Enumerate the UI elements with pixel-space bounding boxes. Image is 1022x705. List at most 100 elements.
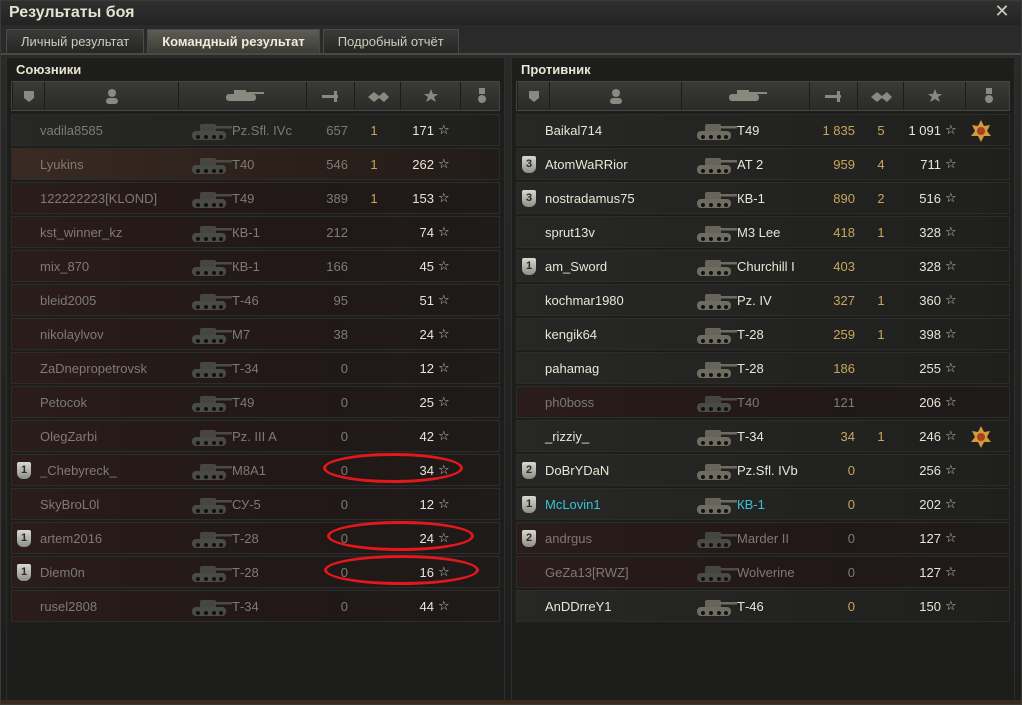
enemies-table-header xyxy=(516,81,1010,111)
table-row[interactable]: kengik64 Т-28 259 1 398 ☆ xyxy=(516,318,1010,350)
damage-value: 403 xyxy=(833,259,855,274)
tank-icon xyxy=(693,356,739,382)
table-row[interactable]: ph0boss T40 121 206 ☆ xyxy=(516,386,1010,418)
star-icon: ☆ xyxy=(945,598,957,613)
table-row[interactable]: sprut13v M3 Lee 418 1 328 ☆ xyxy=(516,216,1010,248)
xp-value: 246 xyxy=(919,429,941,444)
player-column-icon[interactable] xyxy=(44,82,178,110)
player-column-icon[interactable] xyxy=(549,82,681,110)
table-row[interactable]: Petocok T49 0 25 ☆ xyxy=(11,386,500,418)
table-row[interactable]: 3 nostradamus75 КВ-1 890 2 516 ☆ xyxy=(516,182,1010,214)
player-name: _rizziy_ xyxy=(545,429,590,444)
damage-value: 546 xyxy=(326,157,348,172)
table-row[interactable]: Baikal714 T49 1 835 5 1 091 ☆ xyxy=(516,114,1010,146)
star-icon: ☆ xyxy=(945,258,957,273)
player-name: _Chebyreck_ xyxy=(40,463,117,478)
table-row[interactable]: SkyBroL0l СУ-5 0 12 ☆ xyxy=(11,488,500,520)
medal-column-icon[interactable] xyxy=(460,82,503,110)
tank-name: Т-34 xyxy=(232,361,259,376)
kills-column-icon[interactable] xyxy=(354,82,400,110)
xp-value: 1 091 xyxy=(908,123,941,138)
tank-column-icon[interactable] xyxy=(178,82,306,110)
xp-value: 74 xyxy=(419,225,434,240)
table-row[interactable]: rusel2808 Т-34 0 44 ☆ xyxy=(11,590,500,622)
table-row[interactable]: pahamag Т-28 186 255 ☆ xyxy=(516,352,1010,384)
damage-column-icon[interactable] xyxy=(809,82,857,110)
star-icon: ☆ xyxy=(945,292,957,307)
battle-results-window: Результаты боя ✕ Личный результат Команд… xyxy=(0,0,1022,705)
kills-value: 5 xyxy=(877,123,885,138)
tank-icon xyxy=(693,152,739,178)
table-row[interactable]: 1 _Chebyreck_ M8A1 0 34 ☆ xyxy=(11,454,500,486)
bottom-strip xyxy=(1,700,1021,704)
table-row[interactable]: kst_winner_kz КВ-1 212 74 ☆ xyxy=(11,216,500,248)
table-row[interactable]: vadila8585 Pz.Sfl. IVc 657 1 171 ☆ xyxy=(11,114,500,146)
tank-icon xyxy=(188,458,234,484)
player-name: SkyBroL0l xyxy=(40,497,100,512)
squad-column-icon[interactable] xyxy=(12,82,44,110)
table-row[interactable]: 122222223[KLOND] T49 389 1 153 ☆ xyxy=(11,182,500,214)
tab-team-result[interactable]: Командный результат xyxy=(147,29,320,53)
damage-value: 959 xyxy=(833,157,855,172)
table-row[interactable]: OlegZarbi Pz. III A 0 42 ☆ xyxy=(11,420,500,452)
tank-name: КВ-1 xyxy=(737,497,765,512)
xp-value: 150 xyxy=(919,599,941,614)
squad-column-icon[interactable] xyxy=(517,82,549,110)
table-row[interactable]: _rizziy_ Т-34 34 1 246 ☆ xyxy=(516,420,1010,452)
allies-rows: vadila8585 Pz.Sfl. IVc 657 1 171 ☆ Lyukins T40 5… xyxy=(11,114,500,624)
xp-column-icon[interactable] xyxy=(400,82,460,110)
damage-column-icon[interactable] xyxy=(306,82,354,110)
star-icon: ☆ xyxy=(945,428,957,443)
tab-detailed-report[interactable]: Подробный отчёт xyxy=(322,29,459,53)
table-row[interactable]: GeZa13[RWZ] Wolverine 0 127 ☆ xyxy=(516,556,1010,588)
tank-name: Т-28 xyxy=(737,361,764,376)
kills-value: 1 xyxy=(370,157,378,172)
player-name: GeZa13[RWZ] xyxy=(545,565,629,580)
tank-icon xyxy=(188,322,234,348)
xp-value: 360 xyxy=(919,293,941,308)
table-row[interactable]: kochmar1980 Pz. IV 327 1 360 ☆ xyxy=(516,284,1010,316)
star-icon: ☆ xyxy=(945,394,957,409)
xp-value: 25 xyxy=(419,395,434,410)
xp-value: 127 xyxy=(919,531,941,546)
tank-name: M8A1 xyxy=(232,463,266,478)
damage-value: 0 xyxy=(340,531,348,546)
player-name: McLovin1 xyxy=(545,497,601,512)
rank-badge: 1 xyxy=(522,496,536,513)
table-row[interactable]: AnDDrreY1 Т-46 0 150 ☆ xyxy=(516,590,1010,622)
tank-name: Т-46 xyxy=(737,599,764,614)
tank-icon xyxy=(693,118,739,144)
damage-value: 0 xyxy=(340,565,348,580)
star-icon: ☆ xyxy=(945,530,957,545)
close-icon[interactable]: ✕ xyxy=(993,2,1011,20)
medal-column-icon[interactable] xyxy=(965,82,1011,110)
star-icon: ☆ xyxy=(945,360,957,375)
table-row[interactable]: nikolaylvov M7 38 24 ☆ xyxy=(11,318,500,350)
tank-name: КВ-1 xyxy=(737,191,765,206)
kills-column-icon[interactable] xyxy=(857,82,903,110)
rank-badge: 1 xyxy=(17,462,31,479)
tank-icon xyxy=(693,288,739,314)
table-row[interactable]: 1 Diem0n Т-28 0 16 ☆ xyxy=(11,556,500,588)
table-row[interactable]: Lyukins T40 546 1 262 ☆ xyxy=(11,148,500,180)
table-row[interactable]: 1 am_Sword Churchill I 403 328 ☆ xyxy=(516,250,1010,282)
table-row[interactable]: 1 artem2016 Т-28 0 24 ☆ xyxy=(11,522,500,554)
table-row[interactable]: ZaDnepropetrovsk Т-34 0 12 ☆ xyxy=(11,352,500,384)
table-row[interactable]: 3 AtomWaRRior AT 2 959 4 711 ☆ xyxy=(516,148,1010,180)
table-row[interactable]: bleid2005 Т-46 95 51 ☆ xyxy=(11,284,500,316)
table-row[interactable]: mix_870 КВ-1 166 45 ☆ xyxy=(11,250,500,282)
table-row[interactable]: 2 DoBrYDaN Pz.Sfl. IVb 0 256 ☆ xyxy=(516,454,1010,486)
xp-value: 12 xyxy=(419,361,434,376)
enemies-rows: Baikal714 T49 1 835 5 1 091 ☆ 3 AtomWaRRior AT 2… xyxy=(516,114,1010,624)
tank-column-icon[interactable] xyxy=(681,82,809,110)
player-name: ph0boss xyxy=(545,395,595,410)
xp-value: 171 xyxy=(412,123,434,138)
star-icon: ☆ xyxy=(438,156,450,171)
tank-name: Wolverine xyxy=(737,565,795,580)
kills-value: 1 xyxy=(877,429,885,444)
xp-column-icon[interactable] xyxy=(903,82,965,110)
table-row[interactable]: 1 McLovin1 КВ-1 0 202 ☆ xyxy=(516,488,1010,520)
tab-personal-result[interactable]: Личный результат xyxy=(6,29,145,53)
star-icon: ☆ xyxy=(438,530,450,545)
table-row[interactable]: 2 andrgus Marder II 0 127 ☆ xyxy=(516,522,1010,554)
